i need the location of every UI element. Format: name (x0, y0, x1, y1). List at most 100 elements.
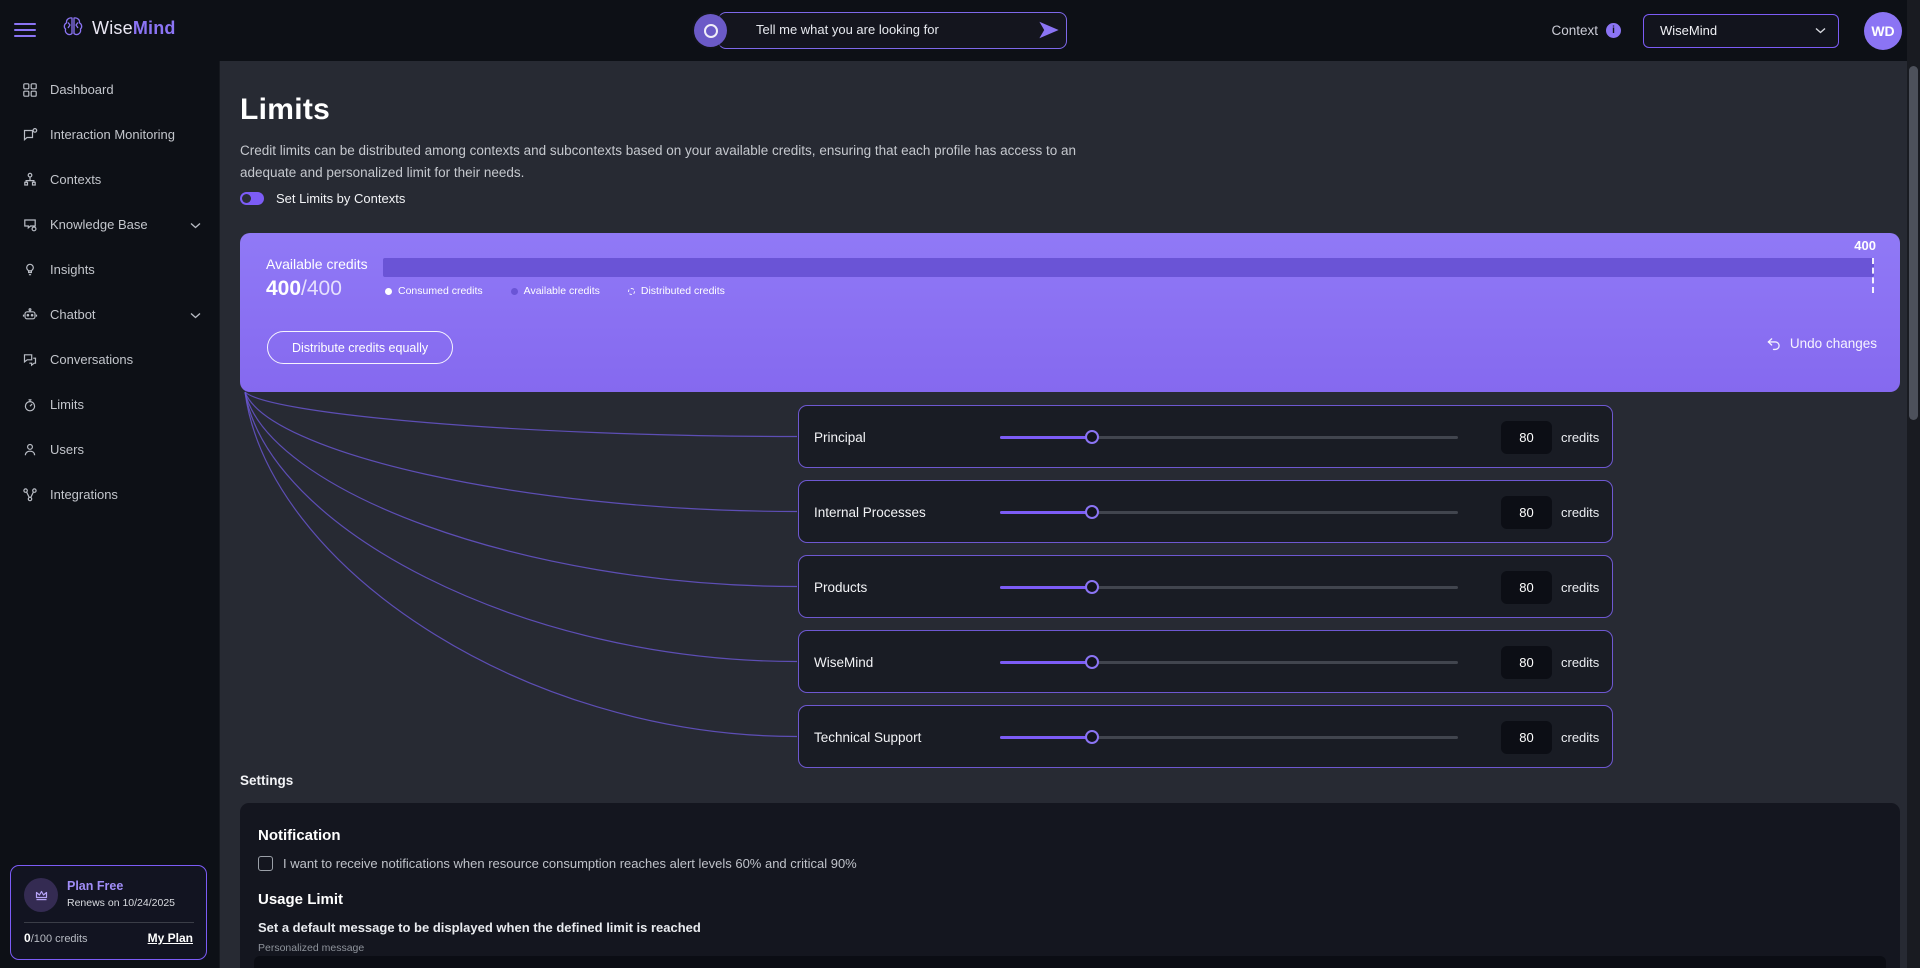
chevron-down-icon (1815, 27, 1826, 34)
menu-icon[interactable] (14, 22, 36, 38)
integrations-icon (22, 486, 39, 503)
credit-amount-input[interactable] (1501, 496, 1552, 529)
limit-row-technical-support: Technical Support credits (798, 705, 1613, 768)
set-limits-toggle[interactable] (240, 192, 264, 205)
settings-card: Notification I want to receive notificat… (240, 803, 1900, 968)
page-title: Limits (240, 93, 331, 126)
chevron-down-icon (190, 216, 201, 234)
dashboard-icon (22, 81, 39, 98)
credits-count: 400/400 (266, 277, 342, 300)
sidebar-item-chatbot[interactable]: Chatbot (0, 292, 219, 337)
limits-toggle-row: Set Limits by Contexts (240, 191, 405, 206)
main-content: Limits Credit limits can be distributed … (220, 61, 1920, 968)
slider-knob[interactable] (1084, 505, 1099, 520)
credit-slider[interactable] (1000, 505, 1458, 520)
legend-distributed: Distributed credits (627, 285, 725, 297)
credit-amount-input[interactable] (1501, 646, 1552, 679)
plan-name: Plan Free (67, 879, 124, 893)
context-dropdown-value: WiseMind (1660, 23, 1718, 38)
chatbot-icon (22, 306, 39, 323)
notification-checkbox-row: I want to receive notifications when res… (258, 856, 857, 871)
insights-icon (22, 261, 39, 278)
credits-legend: Consumed credits Available credits Distr… (385, 285, 725, 297)
credits-limit-marker (1872, 258, 1874, 293)
sidebar-item-knowledge-base[interactable]: Knowledge Base (0, 202, 219, 247)
search-input[interactable] (756, 13, 1016, 46)
send-icon[interactable] (1038, 20, 1060, 40)
toggle-label: Set Limits by Contexts (276, 191, 406, 206)
distributed-dot-icon (627, 287, 635, 295)
avatar[interactable]: WD (1864, 11, 1902, 50)
slider-knob[interactable] (1084, 730, 1099, 745)
brain-logo-icon (63, 17, 83, 36)
credit-slider[interactable] (1000, 655, 1458, 670)
credit-slider[interactable] (1000, 430, 1458, 445)
credit-amount-input[interactable] (1501, 571, 1552, 604)
undo-changes-button[interactable]: Undo changes (1766, 336, 1877, 351)
available-dot-icon (510, 287, 518, 295)
context-area: Context i WiseMind WD (1551, 0, 1920, 61)
distribute-equally-button[interactable]: Distribute credits equally (267, 331, 454, 364)
legend-available: Available credits (510, 285, 600, 297)
sidebar-item-interaction-monitoring[interactable]: Interaction Monitoring (0, 112, 219, 157)
personalized-message-input[interactable] (254, 956, 1886, 968)
sidebar: Dashboard Interaction Monitoring Context… (0, 61, 220, 968)
notification-title: Notification (258, 827, 341, 844)
sidebar-item-contexts[interactable]: Contexts (0, 157, 219, 202)
credits-max-label: 400 (1854, 238, 1876, 253)
plan-card: Plan Free Renews on 10/24/2025 0/100 cre… (10, 865, 207, 960)
sidebar-item-integrations[interactable]: Integrations (0, 472, 219, 517)
context-label: Context (1551, 23, 1598, 38)
limit-row-principal: Principal credits (798, 405, 1613, 468)
slider-knob[interactable] (1084, 430, 1099, 445)
consumed-dot-icon (385, 287, 392, 295)
plan-renew-date: Renews on 10/24/2025 (67, 897, 175, 909)
scrollbar-track (1907, 0, 1920, 968)
settings-heading: Settings (240, 773, 294, 788)
chevron-down-icon (190, 306, 201, 324)
app: WiseMind Context i WiseMind WD (0, 0, 1920, 968)
scrollbar-thumb[interactable] (1909, 66, 1918, 420)
slider-knob[interactable] (1084, 655, 1099, 670)
sidebar-item-users[interactable]: Users (0, 427, 219, 472)
plan-credits: 0/100 credits (24, 931, 88, 945)
limit-row-wisemind: WiseMind credits (798, 630, 1613, 693)
available-credits-label: Available credits (266, 256, 368, 272)
page-description: Credit limits can be distributed among c… (240, 143, 1076, 180)
crown-icon (24, 878, 58, 912)
context-dropdown[interactable]: WiseMind (1643, 13, 1839, 48)
knowledge-base-icon (22, 216, 39, 233)
limit-row-internal-processes: Internal Processes credits (798, 480, 1613, 543)
conversations-icon (22, 351, 39, 368)
app-logo[interactable]: WiseMind (60, 15, 176, 41)
info-icon[interactable]: i (1606, 23, 1621, 38)
topbar: WiseMind Context i WiseMind WD (0, 0, 1920, 61)
credit-amount-input[interactable] (1501, 421, 1552, 454)
notification-checkbox[interactable] (258, 856, 273, 871)
slider-knob[interactable] (1084, 580, 1099, 595)
personalized-message-label: Personalized message (258, 942, 365, 954)
sidebar-item-limits[interactable]: Limits (0, 382, 219, 427)
available-credits-panel: Available credits 400/400 400 Consumed c… (240, 233, 1900, 392)
contexts-icon (22, 171, 39, 188)
credit-amount-input[interactable] (1501, 721, 1552, 754)
undo-icon (1767, 337, 1780, 350)
search-bar (694, 12, 1070, 49)
usage-limit-title: Usage Limit (258, 891, 344, 908)
sidebar-nav: Dashboard Interaction Monitoring Context… (0, 61, 219, 517)
credits-progress-bar (383, 258, 1874, 277)
interaction-monitoring-icon (22, 126, 39, 143)
limits-icon (22, 396, 39, 413)
credit-slider[interactable] (1000, 580, 1458, 595)
legend-consumed: Consumed credits (385, 285, 483, 297)
sidebar-item-conversations[interactable]: Conversations (0, 337, 219, 382)
notification-checkbox-label: I want to receive notifications when res… (283, 856, 857, 871)
users-icon (22, 441, 39, 458)
usage-limit-description: Set a default message to be displayed wh… (258, 920, 701, 935)
assistant-orb-icon[interactable] (694, 14, 727, 47)
my-plan-link[interactable]: My Plan (148, 931, 193, 945)
limit-row-products: Products credits (798, 555, 1613, 618)
sidebar-item-insights[interactable]: Insights (0, 247, 219, 292)
credit-slider[interactable] (1000, 730, 1458, 745)
sidebar-item-dashboard[interactable]: Dashboard (0, 67, 219, 112)
